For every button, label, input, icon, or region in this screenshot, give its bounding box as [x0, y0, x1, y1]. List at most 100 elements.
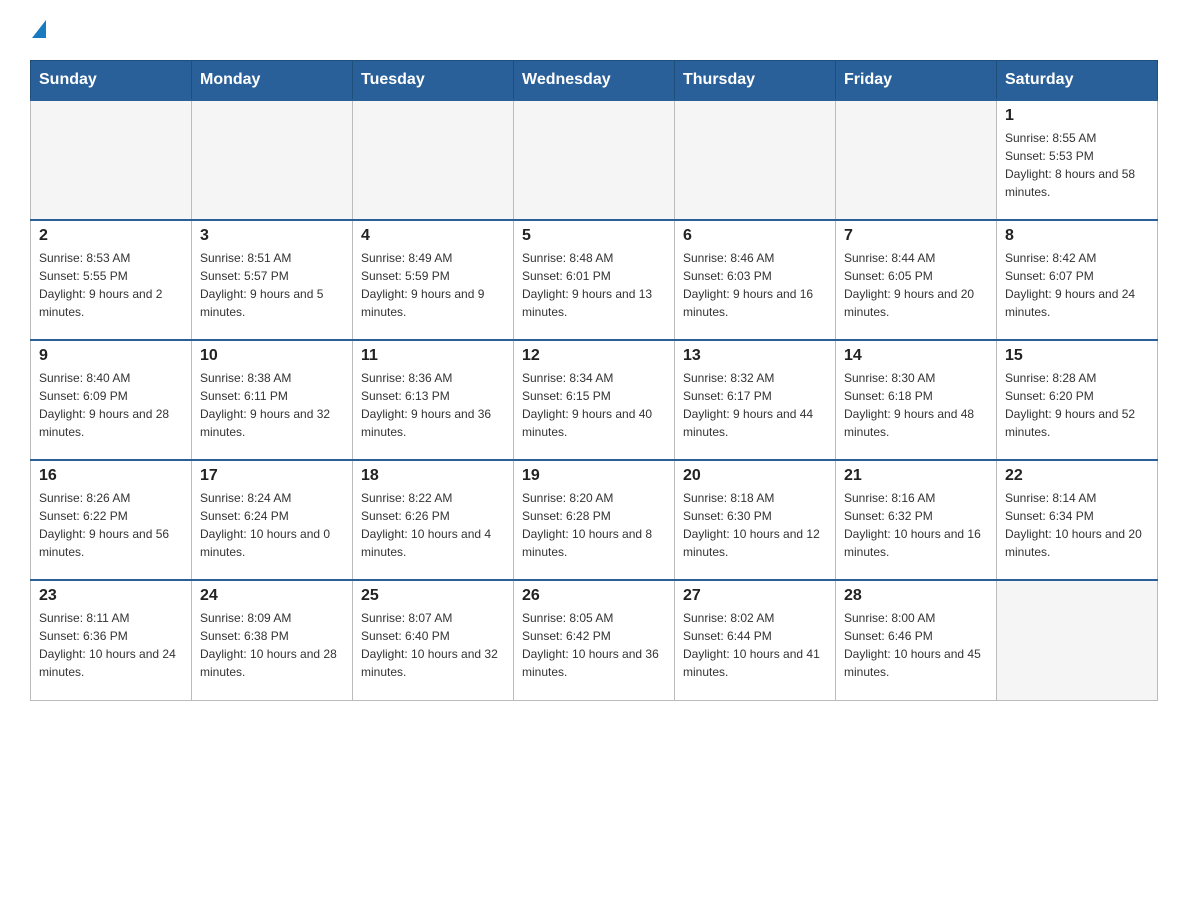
day-info: Sunrise: 8:51 AM Sunset: 5:57 PM Dayligh… — [200, 249, 344, 321]
day-info: Sunrise: 8:46 AM Sunset: 6:03 PM Dayligh… — [683, 249, 827, 321]
day-info: Sunrise: 8:28 AM Sunset: 6:20 PM Dayligh… — [1005, 369, 1149, 441]
day-info: Sunrise: 8:07 AM Sunset: 6:40 PM Dayligh… — [361, 609, 505, 681]
calendar-cell: 6 Sunrise: 8:46 AM Sunset: 6:03 PM Daylig… — [675, 220, 836, 340]
calendar-cell — [997, 580, 1158, 700]
calendar-cell — [31, 100, 192, 220]
weekday-header-thursday: Thursday — [675, 61, 836, 101]
calendar-cell: 13Sunrise: 8:32 AM Sunset: 6:17 PM Dayli… — [675, 340, 836, 460]
day-number: 21 — [844, 467, 988, 485]
calendar-cell: 3 Sunrise: 8:51 AM Sunset: 5:57 PM Daylig… — [192, 220, 353, 340]
calendar-cell: 12Sunrise: 8:34 AM Sunset: 6:15 PM Dayli… — [514, 340, 675, 460]
week-row-4: 16Sunrise: 8:26 AM Sunset: 6:22 PM Dayli… — [31, 460, 1158, 580]
day-info: Sunrise: 8:00 AM Sunset: 6:46 PM Dayligh… — [844, 609, 988, 681]
day-info: Sunrise: 8:11 AM Sunset: 6:36 PM Dayligh… — [39, 609, 183, 681]
day-info: Sunrise: 8:55 AM Sunset: 5:53 PM Dayligh… — [1005, 129, 1149, 201]
day-number: 9 — [39, 347, 183, 365]
day-info: Sunrise: 8:48 AM Sunset: 6:01 PM Dayligh… — [522, 249, 666, 321]
day-info: Sunrise: 8:42 AM Sunset: 6:07 PM Dayligh… — [1005, 249, 1149, 321]
calendar-cell: 9 Sunrise: 8:40 AM Sunset: 6:09 PM Daylig… — [31, 340, 192, 460]
calendar-cell: 15 Sunrise: 8:28 AM Sunset: 6:20 PM Dayli… — [997, 340, 1158, 460]
calendar-cell — [836, 100, 997, 220]
calendar-cell — [514, 100, 675, 220]
day-number: 23 — [39, 587, 183, 605]
day-info: Sunrise: 8:14 AM Sunset: 6:34 PM Dayligh… — [1005, 489, 1149, 561]
day-number: 28 — [844, 587, 988, 605]
calendar-cell: 4 Sunrise: 8:49 AM Sunset: 5:59 PM Daylig… — [353, 220, 514, 340]
calendar-cell: 21 Sunrise: 8:16 AM Sunset: 6:32 PM Dayli… — [836, 460, 997, 580]
calendar-cell: 5 Sunrise: 8:48 AM Sunset: 6:01 PM Daylig… — [514, 220, 675, 340]
day-number: 11 — [361, 347, 505, 365]
day-info: Sunrise: 8:40 AM Sunset: 6:09 PM Dayligh… — [39, 369, 183, 441]
weekday-header-saturday: Saturday — [997, 61, 1158, 101]
calendar-cell — [353, 100, 514, 220]
day-info: Sunrise: 8:20 AM Sunset: 6:28 PM Dayligh… — [522, 489, 666, 561]
day-info: Sunrise: 8:38 AM Sunset: 6:11 PM Dayligh… — [200, 369, 344, 441]
day-number: 18 — [361, 467, 505, 485]
weekday-header-row: SundayMondayTuesdayWednesdayThursdayFrid… — [31, 61, 1158, 101]
calendar-cell: 26 Sunrise: 8:05 AM Sunset: 6:42 PM Dayli… — [514, 580, 675, 700]
calendar-cell: 2 Sunrise: 8:53 AM Sunset: 5:55 PM Daylig… — [31, 220, 192, 340]
calendar-cell: 7Sunrise: 8:44 AM Sunset: 6:05 PM Daylig… — [836, 220, 997, 340]
day-info: Sunrise: 8:49 AM Sunset: 5:59 PM Dayligh… — [361, 249, 505, 321]
day-number: 8 — [1005, 227, 1149, 245]
calendar-cell: 8 Sunrise: 8:42 AM Sunset: 6:07 PM Daylig… — [997, 220, 1158, 340]
day-number: 4 — [361, 227, 505, 245]
day-number: 27 — [683, 587, 827, 605]
day-info: Sunrise: 8:44 AM Sunset: 6:05 PM Dayligh… — [844, 249, 988, 321]
week-row-3: 9 Sunrise: 8:40 AM Sunset: 6:09 PM Daylig… — [31, 340, 1158, 460]
day-info: Sunrise: 8:18 AM Sunset: 6:30 PM Dayligh… — [683, 489, 827, 561]
day-number: 24 — [200, 587, 344, 605]
calendar-table: SundayMondayTuesdayWednesdayThursdayFrid… — [30, 60, 1158, 701]
calendar-cell: 25 Sunrise: 8:07 AM Sunset: 6:40 PM Dayli… — [353, 580, 514, 700]
day-number: 14 — [844, 347, 988, 365]
day-number: 13 — [683, 347, 827, 365]
day-number: 10 — [200, 347, 344, 365]
calendar-cell: 18 Sunrise: 8:22 AM Sunset: 6:26 PM Dayli… — [353, 460, 514, 580]
day-info: Sunrise: 8:53 AM Sunset: 5:55 PM Dayligh… — [39, 249, 183, 321]
day-number: 25 — [361, 587, 505, 605]
day-info: Sunrise: 8:05 AM Sunset: 6:42 PM Dayligh… — [522, 609, 666, 681]
day-info: Sunrise: 8:30 AM Sunset: 6:18 PM Dayligh… — [844, 369, 988, 441]
day-number: 26 — [522, 587, 666, 605]
weekday-header-sunday: Sunday — [31, 61, 192, 101]
day-info: Sunrise: 8:22 AM Sunset: 6:26 PM Dayligh… — [361, 489, 505, 561]
logo — [30, 20, 46, 40]
weekday-header-friday: Friday — [836, 61, 997, 101]
day-number: 17 — [200, 467, 344, 485]
day-info: Sunrise: 8:16 AM Sunset: 6:32 PM Dayligh… — [844, 489, 988, 561]
day-info: Sunrise: 8:26 AM Sunset: 6:22 PM Dayligh… — [39, 489, 183, 561]
day-number: 5 — [522, 227, 666, 245]
calendar-cell: 24 Sunrise: 8:09 AM Sunset: 6:38 PM Dayli… — [192, 580, 353, 700]
calendar-cell — [675, 100, 836, 220]
calendar-cell: 28 Sunrise: 8:00 AM Sunset: 6:46 PM Dayli… — [836, 580, 997, 700]
day-info: Sunrise: 8:02 AM Sunset: 6:44 PM Dayligh… — [683, 609, 827, 681]
calendar-cell: 16Sunrise: 8:26 AM Sunset: 6:22 PM Dayli… — [31, 460, 192, 580]
calendar-cell — [192, 100, 353, 220]
day-number: 3 — [200, 227, 344, 245]
calendar-cell: 10 Sunrise: 8:38 AM Sunset: 6:11 PM Dayli… — [192, 340, 353, 460]
weekday-header-wednesday: Wednesday — [514, 61, 675, 101]
week-row-2: 2 Sunrise: 8:53 AM Sunset: 5:55 PM Daylig… — [31, 220, 1158, 340]
calendar-cell: 14 Sunrise: 8:30 AM Sunset: 6:18 PM Dayli… — [836, 340, 997, 460]
calendar-cell: 1 Sunrise: 8:55 AM Sunset: 5:53 PM Daylig… — [997, 100, 1158, 220]
day-number: 22 — [1005, 467, 1149, 485]
calendar-cell: 22 Sunrise: 8:14 AM Sunset: 6:34 PM Dayli… — [997, 460, 1158, 580]
day-info: Sunrise: 8:09 AM Sunset: 6:38 PM Dayligh… — [200, 609, 344, 681]
day-info: Sunrise: 8:34 AM Sunset: 6:15 PM Dayligh… — [522, 369, 666, 441]
day-number: 2 — [39, 227, 183, 245]
calendar-cell: 20 Sunrise: 8:18 AM Sunset: 6:30 PM Dayli… — [675, 460, 836, 580]
day-number: 19 — [522, 467, 666, 485]
week-row-5: 23 Sunrise: 8:11 AM Sunset: 6:36 PM Dayli… — [31, 580, 1158, 700]
day-info: Sunrise: 8:36 AM Sunset: 6:13 PM Dayligh… — [361, 369, 505, 441]
day-number: 15 — [1005, 347, 1149, 365]
calendar-cell: 11 Sunrise: 8:36 AM Sunset: 6:13 PM Dayli… — [353, 340, 514, 460]
weekday-header-tuesday: Tuesday — [353, 61, 514, 101]
day-number: 1 — [1005, 107, 1149, 125]
day-info: Sunrise: 8:24 AM Sunset: 6:24 PM Dayligh… — [200, 489, 344, 561]
calendar-cell: 23 Sunrise: 8:11 AM Sunset: 6:36 PM Dayli… — [31, 580, 192, 700]
day-number: 20 — [683, 467, 827, 485]
day-number: 6 — [683, 227, 827, 245]
page-header — [30, 20, 1158, 40]
calendar-cell: 27 Sunrise: 8:02 AM Sunset: 6:44 PM Dayli… — [675, 580, 836, 700]
week-row-1: 1 Sunrise: 8:55 AM Sunset: 5:53 PM Daylig… — [31, 100, 1158, 220]
